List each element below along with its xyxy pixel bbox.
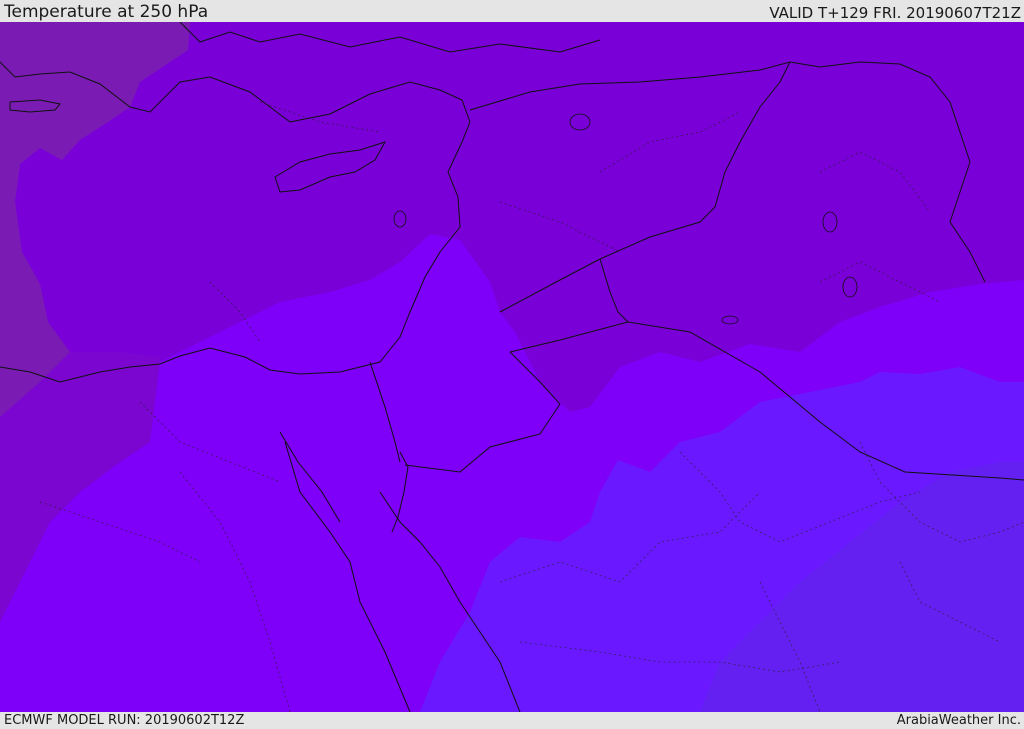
footer-bar: ECMWF MODEL RUN: 20190602T12Z ArabiaWeat… (0, 712, 1024, 729)
valid-time-label: VALID T+129 FRI. 20190607T21Z (769, 4, 1021, 22)
credit-label: ArabiaWeather Inc. (896, 713, 1021, 728)
header-bar: Temperature at 250 hPa VALID T+129 FRI. … (0, 0, 1024, 22)
model-run-label: ECMWF MODEL RUN: 20190602T12Z (4, 713, 245, 728)
map-title: Temperature at 250 hPa (4, 2, 209, 22)
map-canvas (0, 22, 1024, 712)
temperature-map[interactable] (0, 22, 1024, 712)
